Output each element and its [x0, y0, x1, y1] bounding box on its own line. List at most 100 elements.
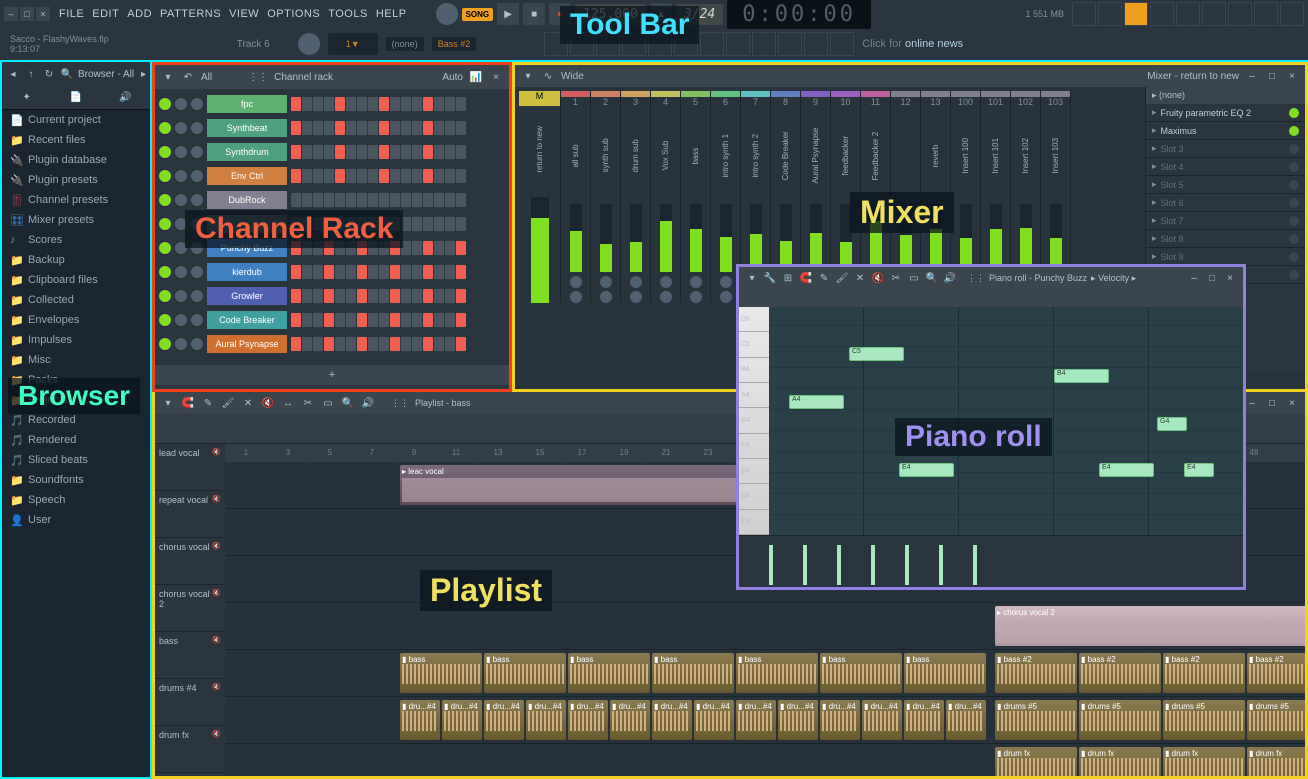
channel-pan-knob[interactable]	[175, 122, 187, 134]
pl-min-icon[interactable]: –	[1245, 396, 1259, 410]
step-button[interactable]	[357, 145, 367, 159]
track-pan-knob[interactable]	[600, 276, 612, 288]
step-button[interactable]	[445, 217, 455, 231]
pl-mute-icon[interactable]: 🔇	[261, 396, 275, 410]
channel-vol-knob[interactable]	[191, 122, 203, 134]
step-button[interactable]	[357, 337, 367, 351]
cr-close-icon[interactable]: ×	[489, 70, 503, 84]
step-button[interactable]	[379, 289, 389, 303]
track-pan-knob[interactable]	[660, 276, 672, 288]
pl-lane-chorus-vocal-2[interactable]: ▸ chorus vocal 2	[225, 603, 1305, 650]
refresh-icon[interactable]: ↻	[42, 67, 56, 81]
pattern-clip[interactable]: ▮ dru...#4	[694, 700, 734, 740]
step-button[interactable]	[357, 169, 367, 183]
step-button[interactable]	[313, 193, 323, 207]
step-button[interactable]	[302, 121, 312, 135]
pattern-clip[interactable]: ▮ drum fx	[995, 747, 1077, 779]
pl-play-icon[interactable]: 🔊	[361, 396, 375, 410]
step-button[interactable]	[335, 145, 345, 159]
step-button[interactable]	[291, 193, 301, 207]
render-button[interactable]	[1254, 2, 1278, 26]
step-button[interactable]	[368, 289, 378, 303]
pattern-clip[interactable]: ▮ dru...#4	[610, 700, 650, 740]
step-button[interactable]	[357, 313, 367, 327]
pr-draw-icon[interactable]: ✎	[817, 271, 831, 285]
step-button[interactable]	[357, 289, 367, 303]
step-button[interactable]	[423, 289, 433, 303]
automation-icon[interactable]	[804, 32, 828, 56]
browser-item-envelopes[interactable]: 📁Envelopes	[2, 310, 150, 330]
mic-icon[interactable]	[830, 32, 854, 56]
step-button[interactable]	[291, 121, 301, 135]
song-mode-button[interactable]: SONG	[462, 8, 494, 21]
step-button[interactable]	[445, 289, 455, 303]
step-button[interactable]	[423, 193, 433, 207]
midi-note[interactable]: B4	[1054, 369, 1109, 383]
step-button[interactable]	[324, 121, 334, 135]
channel-mute[interactable]	[159, 98, 171, 110]
step-button[interactable]	[401, 121, 411, 135]
mx-wave-icon[interactable]: ∿	[541, 69, 555, 83]
step-button[interactable]	[445, 97, 455, 111]
pattern-clip[interactable]: ▮ bass #2	[1163, 653, 1245, 693]
pattern-clip[interactable]: ▮ bass	[820, 653, 902, 693]
pr-select-icon[interactable]: ▭	[907, 271, 921, 285]
pattern-clip[interactable]: ▮ drums #5	[1163, 700, 1245, 740]
pr-delete-icon[interactable]: ✕	[853, 271, 867, 285]
browser-item-soundfonts[interactable]: 📁Soundfonts	[2, 470, 150, 490]
step-button[interactable]	[313, 265, 323, 279]
browser-item-mixer-presets[interactable]: 🎛Mixer presets	[2, 210, 150, 230]
view-browser-button[interactable]	[1176, 2, 1200, 26]
save-button[interactable]	[1228, 2, 1252, 26]
menu-tools[interactable]: TOOLS	[325, 6, 371, 22]
step-button[interactable]	[313, 313, 323, 327]
channel-mute[interactable]	[159, 242, 171, 254]
pattern-clip[interactable]: ▮ bass #2	[995, 653, 1077, 693]
step-button[interactable]	[423, 313, 433, 327]
pattern-clip[interactable]: ▮ bass	[904, 653, 986, 693]
channel-vol-knob[interactable]	[191, 146, 203, 158]
step-button[interactable]	[456, 313, 466, 327]
step-button[interactable]	[368, 169, 378, 183]
mixer-track-4[interactable]: 4Vox Sub	[651, 91, 681, 303]
browser-item-rendered[interactable]: 🎵Rendered	[2, 430, 150, 450]
pattern-clip[interactable]: ▮ bass #2	[1247, 653, 1308, 693]
pl-magnet-icon[interactable]: 🧲	[181, 396, 195, 410]
step-button[interactable]	[401, 265, 411, 279]
undo-button[interactable]	[1202, 2, 1226, 26]
pl-close-icon[interactable]: ×	[1285, 396, 1299, 410]
step-button[interactable]	[434, 121, 444, 135]
browser-item-channel-presets[interactable]: 🎚Channel presets	[2, 190, 150, 210]
step-button[interactable]	[346, 193, 356, 207]
fx-slot-4[interactable]: ▸Slot 4	[1146, 158, 1305, 176]
step-button[interactable]	[368, 265, 378, 279]
pr-play-icon[interactable]: 🔊	[943, 271, 957, 285]
snap-selector[interactable]: (none)	[386, 37, 424, 51]
channel-pan-knob[interactable]	[175, 146, 187, 158]
pattern-clip[interactable]: ▮ bass	[568, 653, 650, 693]
piano-keys[interactable]: D5C5B4A4G4F4E4D4C4	[739, 307, 769, 535]
channel-pan-knob[interactable]	[175, 98, 187, 110]
midi-note[interactable]: E4	[1184, 463, 1214, 477]
step-button[interactable]	[434, 97, 444, 111]
mixer-track-5[interactable]: 5bass	[681, 91, 711, 303]
mixer-track-3[interactable]: 3drum sub	[621, 91, 651, 303]
menu-edit[interactable]: EDIT	[89, 6, 122, 22]
velocity-bar[interactable]	[769, 545, 773, 585]
cr-tab-all[interactable]: All	[201, 72, 212, 83]
pr-hscroll[interactable]	[739, 289, 1243, 307]
pr-menu-icon[interactable]: ▾	[745, 271, 759, 285]
step-button[interactable]	[456, 337, 466, 351]
step-button[interactable]	[379, 121, 389, 135]
mixer-track-1[interactable]: 1all sub	[561, 91, 591, 303]
track-vol-knob[interactable]	[660, 291, 672, 303]
new-icon[interactable]: ✦	[20, 91, 34, 105]
step-button[interactable]	[390, 193, 400, 207]
browser-item-clipboard-files[interactable]: 📁Clipboard files	[2, 270, 150, 290]
pr-close-icon[interactable]: ×	[1223, 271, 1237, 285]
minimize-button[interactable]: –	[4, 7, 18, 21]
pattern-clip[interactable]: ▮ bass	[484, 653, 566, 693]
step-button[interactable]	[434, 241, 444, 255]
pattern-clip[interactable]: ▮ bass	[736, 653, 818, 693]
step-button[interactable]	[423, 241, 433, 255]
